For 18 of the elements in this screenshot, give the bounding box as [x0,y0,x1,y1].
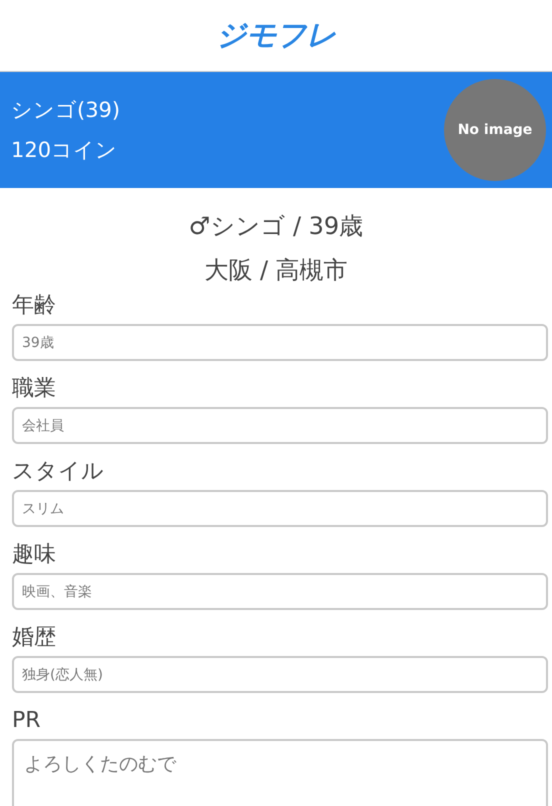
input-field[interactable]: スリム [12,490,548,527]
location-text: 大阪 / 高槻市 [204,255,348,286]
field-label: スタイル [12,458,105,486]
input-field[interactable]: 映画、音楽 [12,573,548,610]
field-label: 趣味 [12,541,57,569]
input-field[interactable]: 会社員 [12,407,548,444]
profile-title: ♂シンゴ / 39歳 [188,211,364,242]
coin-count: 120コイン [11,137,118,164]
logo: ジモフレ [216,17,336,55]
field-label: 職業 [12,375,57,403]
field-label: 年齢 [12,292,57,320]
pr-text-area[interactable]: よろしくたのむで [12,739,548,806]
field-label: 婚歴 [12,624,57,652]
user-name: シンゴ(39) [11,97,120,124]
field-label: PR [12,707,42,735]
input-field[interactable]: 独身(恋人無) [12,656,548,693]
input-field[interactable]: 39歳 [12,324,548,361]
avatar-label: No image [458,122,532,138]
